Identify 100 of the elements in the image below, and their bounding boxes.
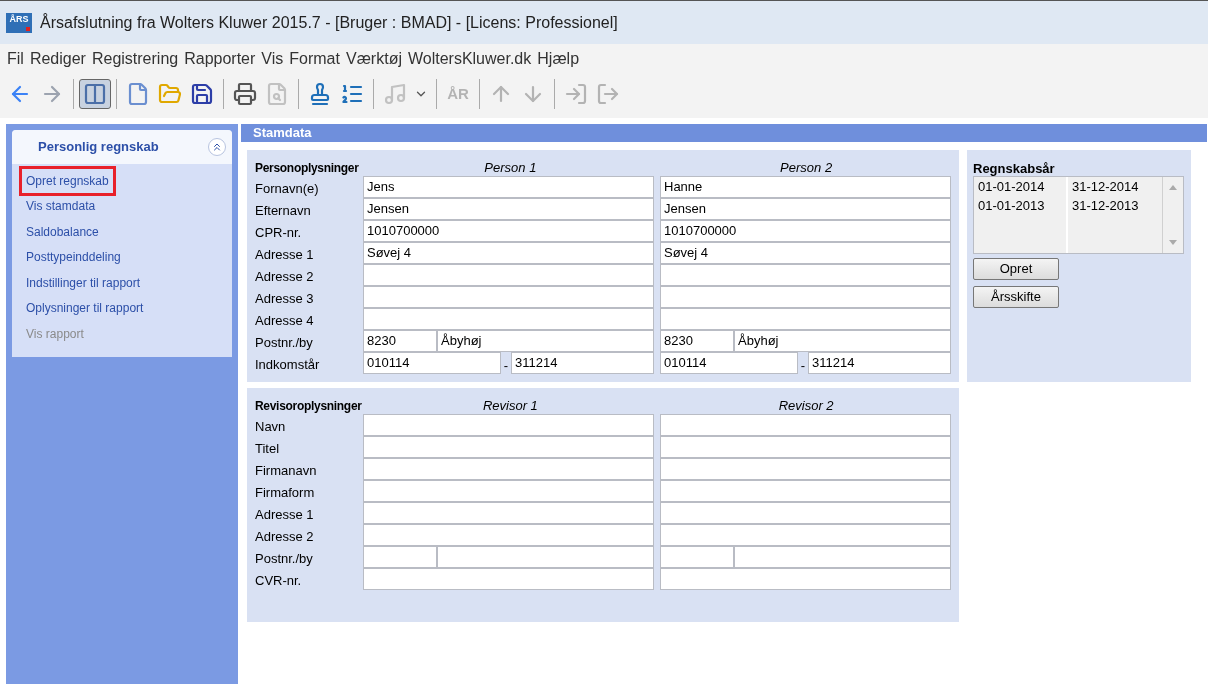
postcode-field[interactable]	[363, 546, 437, 568]
menu-item[interactable]: Registrering	[88, 47, 182, 71]
window-title: Årsafslutning fra Wolters Kluwer 2015.7 - [Bruger : BMAD] - [Licens: Professionel]	[40, 12, 618, 33]
postcode-field[interactable]: 8230	[660, 330, 734, 352]
text-field[interactable]	[363, 458, 654, 480]
to-field[interactable]: 311214	[808, 352, 951, 374]
save-icon	[190, 82, 214, 106]
postcode-field[interactable]: 8230	[363, 330, 437, 352]
text-field[interactable]	[660, 502, 951, 524]
postcode-field[interactable]	[660, 546, 734, 568]
field-label: Adresse 2	[255, 269, 315, 285]
stamp-icon	[308, 82, 332, 106]
action-button[interactable]: Årsskifte	[973, 286, 1059, 308]
menu-item[interactable]: Hjælp	[534, 47, 583, 71]
field-label: Efternavn	[255, 203, 312, 219]
from-field[interactable]: 010114	[660, 352, 798, 374]
end-date: 31-12-2013	[1072, 197, 1140, 215]
text-field[interactable]	[363, 502, 654, 524]
text-field[interactable]	[363, 308, 654, 330]
text-field[interactable]	[660, 436, 951, 458]
field-label: Adresse 1	[255, 247, 315, 263]
text-field[interactable]: 1010700000	[363, 220, 654, 242]
field-label: CPR-nr.	[255, 225, 303, 241]
panel-toggle-icon	[83, 82, 107, 106]
section-header: Stamdata	[241, 124, 1207, 142]
app-logo: ÅRS	[6, 12, 32, 33]
text-field[interactable]	[660, 568, 951, 590]
menu-item[interactable]: Rediger	[26, 47, 89, 71]
sidebar-link[interactable]: Opret regnskab	[19, 165, 116, 196]
text-field[interactable]: Hanne	[660, 176, 951, 198]
fiscal-year-list[interactable]: 01-01-2014 01-01-2013 31-12-2014 31-12-2013	[973, 176, 1184, 254]
column-heading: Person 1	[484, 160, 537, 176]
text-field[interactable]	[660, 458, 951, 480]
collapse-button[interactable]	[208, 138, 226, 156]
sidebar-title: Personlig regnskab	[38, 138, 159, 157]
text-field[interactable]	[660, 264, 951, 286]
text-field[interactable]	[660, 308, 951, 330]
scroll-up-icon	[1169, 185, 1177, 190]
text-field[interactable]	[363, 568, 654, 590]
start-date: 01-01-2013	[978, 197, 1046, 215]
from-field[interactable]: 010114	[363, 352, 501, 374]
scroll-down-icon	[1169, 240, 1177, 245]
city-field[interactable]	[437, 546, 654, 568]
column-heading: Person 2	[780, 160, 833, 176]
field-label: Fornavn(e)	[255, 181, 320, 197]
text-field[interactable]	[363, 286, 654, 308]
to-field[interactable]: 311214	[511, 352, 654, 374]
text-field[interactable]: Søvej 4	[660, 242, 951, 264]
section-title: Revisoroplysninger	[255, 398, 363, 414]
menu-item[interactable]: Vis	[258, 47, 287, 71]
field-label: Adresse 3	[255, 291, 315, 307]
city-field[interactable]: Åbyhøj	[734, 330, 951, 352]
menu-item[interactable]: Værktøj	[342, 47, 405, 71]
column-heading: Revisor 1	[482, 398, 538, 414]
open-folder-icon	[158, 82, 182, 106]
field-label: Adresse 2	[255, 529, 315, 545]
collapse-icon	[211, 141, 223, 153]
note-icon	[383, 82, 407, 106]
text-field[interactable]: Jensen	[363, 198, 654, 220]
column-heading: Revisor 2	[778, 398, 834, 414]
action-button[interactable]: Opret	[973, 258, 1059, 280]
preview-icon	[265, 82, 289, 106]
text-field[interactable]	[660, 286, 951, 308]
end-date: 31-12-2014	[1072, 178, 1140, 196]
new-document-icon	[126, 82, 150, 106]
menu-item[interactable]: Rapporter	[181, 47, 259, 71]
text-field[interactable]: Jensen	[660, 198, 951, 220]
field-label: Titel	[255, 441, 281, 457]
text-field[interactable]	[363, 264, 654, 286]
panel-toggle-button[interactable]	[79, 79, 111, 109]
start-date: 01-01-2014	[978, 178, 1046, 196]
export-icon	[596, 82, 620, 106]
panel-title: Regnskabsår	[973, 162, 1056, 176]
text-field[interactable]: 1010700000	[660, 220, 951, 242]
range-dash: -	[799, 358, 807, 374]
text-field[interactable]	[660, 524, 951, 546]
text-field[interactable]	[363, 414, 654, 436]
menu-item[interactable]: Fil	[4, 47, 27, 71]
text-field[interactable]: Søvej 4	[363, 242, 654, 264]
printer-icon	[233, 82, 257, 106]
text-field[interactable]: Jens	[363, 176, 654, 198]
field-label: Adresse 4	[255, 313, 315, 329]
field-label: CVR-nr.	[255, 573, 303, 589]
menu-item[interactable]: Format	[286, 47, 343, 71]
city-field[interactable]	[734, 546, 951, 568]
field-label: Indkomstår	[255, 357, 321, 373]
text-field[interactable]	[363, 524, 654, 546]
import-icon	[564, 82, 588, 106]
text-field[interactable]	[660, 480, 951, 502]
section-title: Personoplysninger	[255, 160, 360, 176]
city-field[interactable]: Åbyhøj	[437, 330, 654, 352]
menu-item[interactable]: WoltersKluwer.dk	[404, 47, 535, 71]
field-label: Navn	[255, 419, 287, 435]
text-field[interactable]	[363, 436, 654, 458]
field-label: Firmanavn	[255, 463, 318, 479]
field-label: Firmaform	[255, 485, 316, 501]
text-field[interactable]	[363, 480, 654, 502]
numbered-list-icon	[340, 82, 364, 106]
field-label: Postnr./by	[255, 551, 314, 567]
text-field[interactable]	[660, 414, 951, 436]
